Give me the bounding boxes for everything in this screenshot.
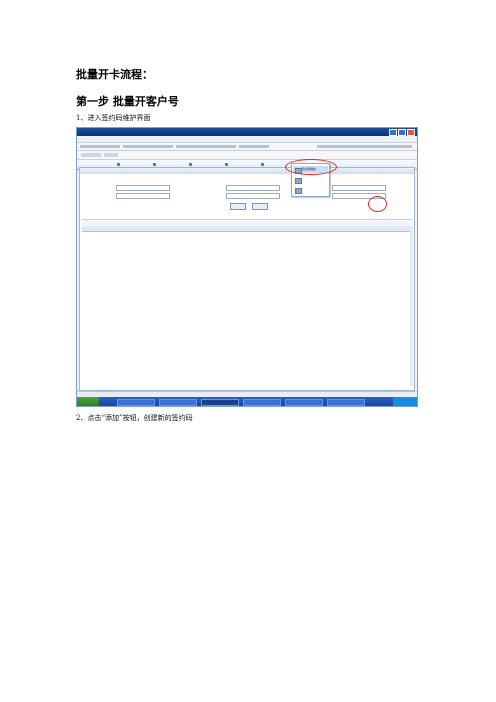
highlight-circle-menu bbox=[285, 159, 337, 175]
query-button[interactable] bbox=[230, 203, 246, 210]
query-field[interactable] bbox=[226, 185, 280, 191]
document-title: 批量开卡流程： bbox=[76, 68, 153, 81]
query-field[interactable] bbox=[226, 193, 280, 199]
taskbar bbox=[77, 397, 417, 406]
query-field[interactable] bbox=[116, 193, 170, 199]
maintenance-panel bbox=[79, 167, 415, 391]
close-icon bbox=[407, 129, 415, 136]
step-1-heading: 第一步 批量开客户号 bbox=[76, 95, 179, 108]
highlight-circle-add bbox=[368, 196, 387, 212]
grid-header bbox=[82, 226, 412, 232]
page-icon bbox=[295, 187, 302, 194]
instruction-2: 2、点击“添加”按钮，创建新的签约码 bbox=[76, 414, 193, 422]
page-icon bbox=[295, 177, 302, 184]
taskbar-button[interactable] bbox=[327, 399, 365, 406]
dropdown-item[interactable] bbox=[293, 186, 328, 194]
vertical-scrollbar[interactable] bbox=[410, 226, 413, 386]
query-field[interactable] bbox=[116, 185, 170, 191]
start-button[interactable] bbox=[77, 397, 99, 406]
reset-button[interactable] bbox=[252, 203, 268, 210]
instruction-1: 1、进入签约码维护界面 bbox=[76, 114, 151, 122]
window-title-bar bbox=[77, 128, 417, 136]
maximize-icon bbox=[398, 129, 406, 136]
taskbar-button[interactable] bbox=[117, 399, 155, 406]
taskbar-button[interactable] bbox=[201, 399, 239, 406]
window-controls bbox=[389, 129, 415, 136]
taskbar-button[interactable] bbox=[243, 399, 281, 406]
browser-menu-bar bbox=[77, 136, 417, 143]
system-tray bbox=[393, 397, 417, 406]
query-field[interactable] bbox=[332, 185, 386, 191]
minimize-icon bbox=[389, 129, 397, 136]
module-tab-row bbox=[77, 151, 417, 160]
taskbar-button[interactable] bbox=[159, 399, 197, 406]
panel-header bbox=[80, 168, 414, 174]
taskbar-button[interactable] bbox=[285, 399, 323, 406]
dropdown-item[interactable] bbox=[293, 176, 328, 184]
favorites-bar bbox=[77, 143, 417, 151]
embedded-screenshot: 签约码维护 bbox=[76, 127, 418, 407]
